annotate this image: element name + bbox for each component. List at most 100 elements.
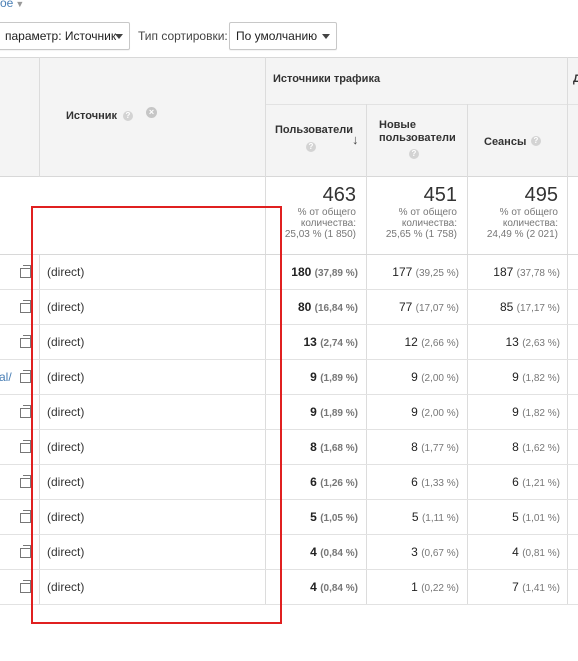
total-sessions-label-1: % от общего: [499, 207, 558, 218]
users-cell: 9 (1,89 %): [310, 405, 358, 419]
total-new-users-value: 451: [423, 184, 457, 206]
sessions-value: 13: [505, 335, 519, 349]
top-link-text[interactable]: ое: [0, 0, 13, 10]
sessions-cell: 4 (0,81 %): [512, 545, 560, 559]
sessions-cell: 9 (1,82 %): [512, 370, 560, 384]
open-in-new-icon[interactable]: [20, 405, 31, 418]
sessions-pct: (1,62 %): [522, 443, 560, 454]
new-users-pct: (1,11 %): [421, 513, 459, 524]
highlight-box: [31, 206, 282, 624]
users-pct: (1,26 %): [320, 478, 358, 489]
sessions-value: 4: [512, 545, 519, 559]
users-value: 9: [310, 370, 317, 384]
new-users-pct: (1,33 %): [421, 478, 459, 489]
help-icon[interactable]: ?: [531, 136, 541, 146]
users-cell: 180 (37,89 %): [291, 265, 358, 279]
new-users-pct: (2,66 %): [421, 338, 459, 349]
sessions-value: 6: [512, 475, 519, 489]
users-value: 4: [310, 545, 317, 559]
open-in-new-icon[interactable]: [20, 580, 31, 593]
users-value: 13: [303, 335, 317, 349]
sort-type-select[interactable]: По умолчанию: [229, 22, 337, 50]
open-in-new-icon[interactable]: [20, 265, 31, 278]
users-cell: 13 (2,74 %): [304, 335, 359, 349]
users-value: 4: [310, 580, 317, 594]
users-pct: (37,89 %): [314, 268, 358, 279]
users-pct: (1,05 %): [320, 513, 358, 524]
users-pct: (1,68 %): [320, 443, 358, 454]
total-new-users-label-1: % от общего: [398, 207, 457, 218]
new-users-value: 9: [411, 405, 418, 419]
new-users-value: 8: [411, 440, 418, 454]
remove-dimension-icon[interactable]: ×: [146, 107, 157, 118]
sessions-pct: (1,01 %): [522, 513, 560, 524]
new-users-cell: 1 (0,22 %): [411, 580, 459, 594]
column-header-new-users[interactable]: Новые пользователи: [379, 119, 456, 145]
open-in-new-icon[interactable]: [20, 510, 31, 523]
users-value: 80: [297, 300, 312, 314]
new-users-pct: (2,00 %): [421, 373, 459, 384]
total-new-users-label-2: количества:: [401, 218, 457, 229]
users-value: 5: [310, 510, 317, 524]
new-users-cell: 5 (1,11 %): [412, 510, 459, 524]
users-pct: (1,89 %): [320, 373, 358, 384]
new-users-value: 177: [392, 265, 413, 279]
users-cell: 5 (1,05 %): [310, 510, 358, 524]
secondary-dimension-select[interactable]: параметр: Источник: [0, 22, 130, 50]
new-users-pct: (39,25 %): [415, 268, 459, 279]
column-header-users[interactable]: Пользователи: [275, 124, 353, 136]
help-icon[interactable]: ?: [306, 142, 316, 152]
total-users-value: 463: [322, 184, 356, 206]
sessions-pct: (1,82 %): [522, 373, 560, 384]
users-value: 8: [310, 440, 317, 454]
help-icon[interactable]: ?: [409, 149, 419, 159]
users-cell: 4 (0,84 %): [310, 545, 358, 559]
new-users-pct: (1,77 %): [421, 443, 459, 454]
new-users-cell: 8 (1,77 %): [411, 440, 459, 454]
sessions-cell: 6 (1,21 %): [512, 475, 560, 489]
new-users-value: 9: [411, 370, 418, 384]
column-header-sessions[interactable]: Сеансы: [484, 136, 526, 148]
users-value: 9: [310, 405, 317, 419]
sessions-value: 9: [512, 405, 519, 419]
new-users-cell: 9 (2,00 %): [411, 405, 459, 419]
users-pct: (1,89 %): [320, 408, 358, 419]
open-in-new-icon[interactable]: [20, 440, 31, 453]
group-header-next: Д: [573, 73, 578, 85]
sessions-cell: 5 (1,01 %): [512, 510, 560, 524]
help-icon[interactable]: ?: [123, 111, 133, 121]
sessions-pct: (1,21 %): [522, 478, 560, 489]
sort-desc-icon[interactable]: ↓: [352, 132, 359, 147]
new-users-cell: 9 (2,00 %): [411, 370, 459, 384]
sessions-cell: 13 (2,63 %): [506, 335, 561, 349]
caret-down-icon: ▼: [15, 0, 25, 9]
total-new-users: 451 % от общего количества: 25,65 % (1 7…: [367, 184, 457, 240]
total-sessions-label-2: количества:: [502, 218, 558, 229]
open-in-new-icon[interactable]: [20, 300, 31, 313]
sessions-value: 9: [512, 370, 519, 384]
sessions-pct: (1,41 %): [522, 583, 560, 594]
sessions-value: 187: [493, 265, 514, 279]
sessions-cell: 9 (1,82 %): [512, 405, 560, 419]
top-link[interactable]: ое ▼: [0, 0, 24, 10]
column-divider: [39, 57, 40, 177]
dropdown-arrow-icon: [115, 34, 123, 39]
users-pct: (0,84 %): [320, 583, 358, 594]
new-users-value: 3: [411, 545, 418, 559]
row-left-link[interactable]: al/: [0, 370, 12, 384]
open-in-new-icon[interactable]: [20, 370, 31, 383]
divider: [0, 57, 578, 58]
open-in-new-icon[interactable]: [20, 545, 31, 558]
new-users-pct: (0,67 %): [421, 548, 459, 559]
users-pct: (2,74 %): [320, 338, 358, 349]
total-sessions: 495 % от общего количества: 24,49 % (2 0…: [468, 184, 558, 240]
dropdown-arrow-icon: [322, 34, 330, 39]
sessions-cell: 8 (1,62 %): [512, 440, 560, 454]
column-header-source[interactable]: Источник: [66, 110, 117, 122]
total-sessions-label-3: 24,49 % (2 021): [486, 229, 558, 240]
total-new-users-label-3: 25,65 % (1 758): [385, 229, 457, 240]
open-in-new-icon[interactable]: [20, 475, 31, 488]
users-cell: 8 (1,68 %): [310, 440, 358, 454]
new-users-cell: 6 (1,33 %): [411, 475, 459, 489]
open-in-new-icon[interactable]: [20, 335, 31, 348]
